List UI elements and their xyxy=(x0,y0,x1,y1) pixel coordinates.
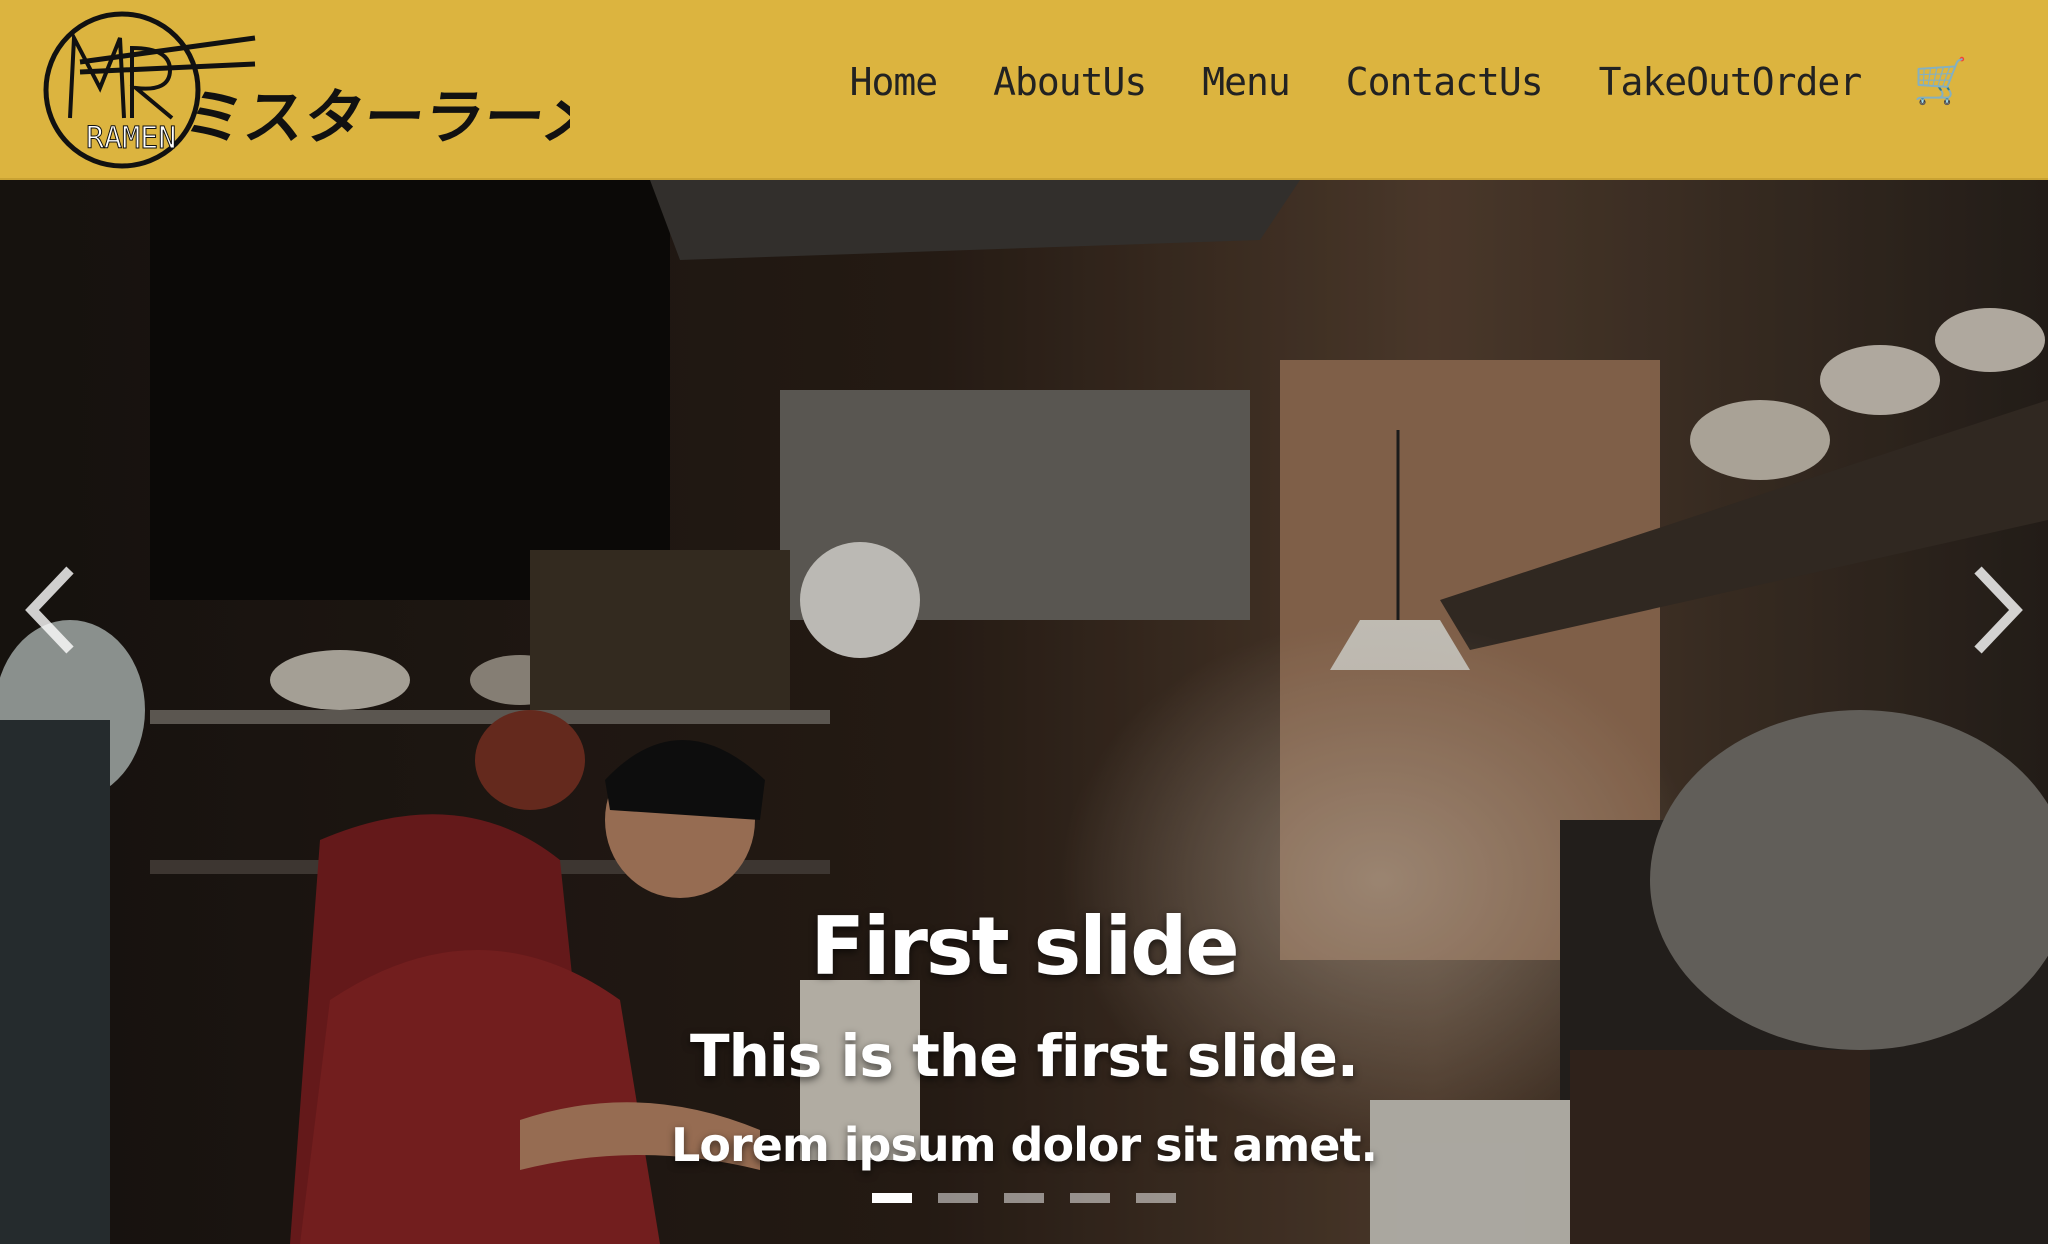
nav-contactus-link[interactable]: ContactUs xyxy=(1346,60,1544,104)
brand-logo[interactable]: RAMEN ミスターラーメン xyxy=(40,8,570,172)
navbar: RAMEN ミスターラーメン Home AboutUs Menu Contact… xyxy=(0,0,2048,180)
cart-icon[interactable]: 🛒 xyxy=(1913,60,1968,104)
slide-title: First slide xyxy=(810,900,1239,993)
carousel-indicator[interactable] xyxy=(1004,1193,1044,1203)
carousel-indicator[interactable] xyxy=(1070,1193,1110,1203)
carousel-indicator[interactable] xyxy=(1136,1193,1176,1203)
hero-carousel: First slide This is the first slide. Lor… xyxy=(0,180,2048,1244)
slide-text: Lorem ipsum dolor sit amet. xyxy=(671,1118,1378,1172)
carousel-indicator[interactable] xyxy=(872,1193,912,1203)
svg-text:RAMEN: RAMEN xyxy=(86,121,176,156)
svg-text:ミスターラーメン: ミスターラーメン xyxy=(180,83,570,153)
nav-home-link[interactable]: Home xyxy=(850,60,939,104)
carousel-next-icon[interactable] xyxy=(1948,550,2038,670)
main-nav: Home AboutUs Menu ContactUs TakeOutOrder… xyxy=(794,60,1968,105)
nav-menu-link[interactable]: Menu xyxy=(1202,60,1291,104)
carousel-prev-icon[interactable] xyxy=(10,550,100,670)
carousel-indicators xyxy=(0,1193,2048,1203)
carousel-indicator[interactable] xyxy=(938,1193,978,1203)
slide-subtitle: This is the first slide. xyxy=(690,1022,1359,1090)
nav-aboutus-link[interactable]: AboutUs xyxy=(993,60,1147,104)
nav-takeoutorder-link[interactable]: TakeOutOrder xyxy=(1599,60,1863,104)
